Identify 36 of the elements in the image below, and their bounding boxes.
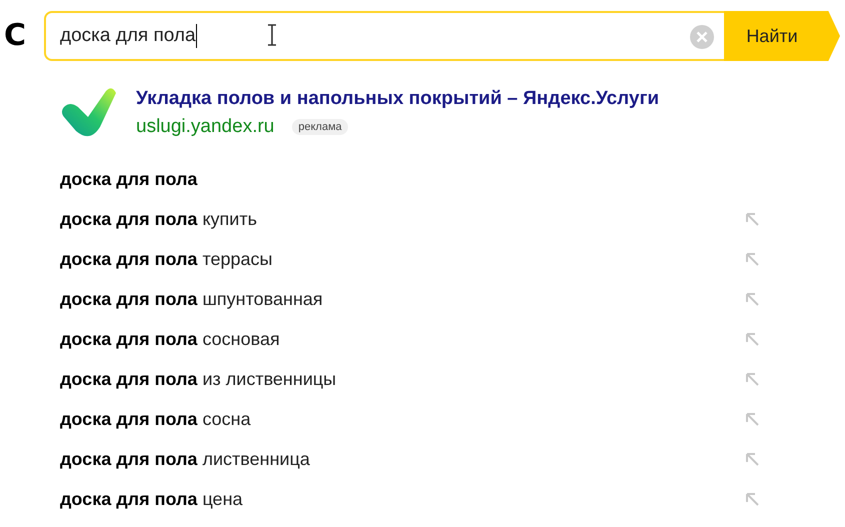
up-left-arrow-icon[interactable] xyxy=(744,451,760,467)
text-caret-icon xyxy=(196,24,198,48)
suggestion-text: доска для пола сосновая xyxy=(60,328,280,350)
logo-fragment: С xyxy=(4,21,26,51)
up-left-arrow-icon[interactable] xyxy=(744,411,760,427)
suggestion-text: доска для пола цена xyxy=(60,488,243,510)
ad-title-link[interactable]: Укладка полов и напольных покрытий – Яндекс.Услуги xyxy=(136,88,660,110)
up-left-arrow-icon[interactable] xyxy=(744,331,760,347)
suggestion-item[interactable]: доска для пола купить xyxy=(60,199,760,239)
text-cursor-icon xyxy=(267,24,277,46)
search-text: доска для пола xyxy=(60,25,196,47)
search-button[interactable]: Найти xyxy=(724,11,840,61)
up-left-arrow-icon[interactable] xyxy=(744,491,760,507)
up-left-arrow-icon[interactable] xyxy=(744,371,760,387)
suggestion-item[interactable]: доска для пола сосновая xyxy=(60,319,760,359)
suggestion-text: доска для пола шпунтованная xyxy=(60,288,323,310)
up-left-arrow-icon[interactable] xyxy=(744,251,760,267)
suggestion-text: доска для пола террасы xyxy=(60,248,272,270)
search-field[interactable]: доска для пола xyxy=(44,11,724,61)
suggestion-text: доска для пола купить xyxy=(60,208,257,230)
suggestion-text: доска для пола лиственница xyxy=(60,448,310,470)
up-left-arrow-icon[interactable] xyxy=(744,291,760,307)
suggestion-item[interactable]: доска для пола шпунтованная xyxy=(60,279,760,319)
clear-icon[interactable] xyxy=(690,25,714,49)
suggestion-item[interactable]: доска для пола из лиственницы xyxy=(60,359,760,399)
suggestion-text: доска для пола xyxy=(60,168,198,190)
suggestion-item[interactable]: доска для пола террасы xyxy=(60,239,760,279)
suggestion-text: доска для пола сосна xyxy=(60,408,251,430)
ad-url-link[interactable]: uslugi.yandex.ru xyxy=(136,116,274,138)
suggestion-item[interactable]: доска для пола xyxy=(60,159,760,199)
up-left-arrow-icon[interactable] xyxy=(744,211,760,227)
ad-badge: реклама xyxy=(292,119,348,135)
suggestion-item[interactable]: доска для пола сосна xyxy=(60,399,760,439)
suggestion-item[interactable]: доска для пола лиственница xyxy=(60,439,760,479)
suggestion-text: доска для пола из лиственницы xyxy=(60,368,336,390)
suggestion-item[interactable]: доска для пола цена xyxy=(60,479,760,519)
